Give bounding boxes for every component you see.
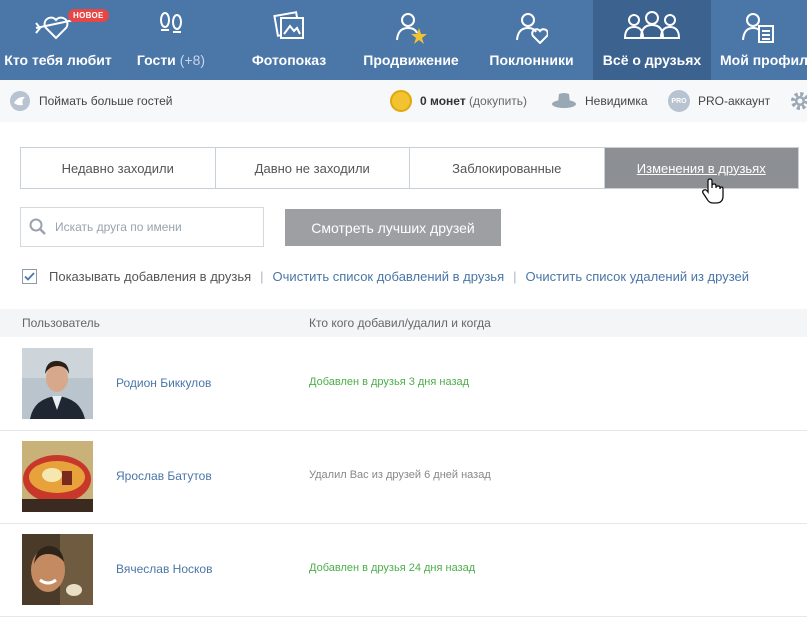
more-guests-link[interactable]: Поймать больше гостей	[9, 90, 172, 112]
column-header-changes: Кто кого добавил/удалил и когда	[309, 316, 491, 330]
friend-change-status: Добавлен в друзья 24 дня назад	[309, 562, 476, 574]
checkmark-icon	[24, 271, 35, 281]
separator: |	[260, 268, 264, 284]
top-nav: НОВОЕ Кто тебя любит Гости (+8) Фотопоказ…	[0, 0, 807, 80]
avatar-photo	[22, 441, 93, 512]
nav-item-photoshow[interactable]: Фотопоказ	[226, 0, 352, 80]
nav-item-promotion[interactable]: Продвижение	[352, 0, 470, 80]
pro-account-link[interactable]: PRO PRO-аккаунт	[668, 90, 770, 112]
nav-label-all-about-friends: Всё о друзьях	[602, 52, 702, 68]
nav-item-fans[interactable]: Поклонники	[470, 0, 593, 80]
user-name-link[interactable]: Ярослав Батутов	[116, 469, 212, 483]
invisible-label: Невидимка	[585, 94, 648, 108]
avatar[interactable]	[22, 348, 93, 419]
column-header-user: Пользователь	[22, 316, 100, 330]
more-guests-label: Поймать больше гостей	[39, 94, 173, 108]
nav-guests-text: Гости (+8)	[137, 52, 205, 68]
nav-label-promotion: Продвижение	[363, 52, 459, 68]
user-heart-icon	[516, 13, 548, 44]
pro-icon: PRO	[668, 90, 690, 112]
friend-search[interactable]	[20, 207, 264, 247]
sub-toolbar: Поймать больше гостей 0 монет (докупить)…	[0, 80, 807, 122]
avatar[interactable]	[22, 534, 93, 605]
footprints-icon	[160, 12, 182, 33]
show-additions-label: Показывать добавления в друзья	[49, 268, 252, 284]
best-friends-button[interactable]: Смотреть лучших друзей	[285, 209, 501, 246]
search-icon	[29, 218, 46, 235]
clear-additions-link[interactable]: Очистить список добавлений в друзья	[273, 269, 505, 284]
nav-item-who-loves-you[interactable]: НОВОЕ Кто тебя любит	[0, 0, 116, 80]
buy-coins-link[interactable]: (докупить)	[469, 94, 527, 108]
guests-count: (+8)	[179, 52, 206, 68]
user-star-icon	[396, 13, 427, 44]
nav-label-my-profile: Мой профиль	[720, 52, 807, 68]
table-row: Ярослав Батутов Удалил Вас из друзей 6 д…	[0, 431, 807, 524]
separator: |	[513, 268, 517, 284]
nav-label-fans: Поклонники	[489, 52, 574, 68]
nav-label-guests: Гости	[136, 52, 176, 68]
nav-label-photoshow: Фотопоказ	[251, 52, 327, 68]
friend-change-status: Добавлен в друзья 3 дня назад	[309, 376, 470, 388]
table-row: Вячеслав Носков Добавлен в друзья 24 дня…	[0, 524, 807, 617]
nav-item-my-profile[interactable]: Мой профиль	[711, 0, 807, 80]
table-row: Родион Биккулов Добавлен в друзья 3 дня …	[0, 338, 807, 431]
search-input[interactable]	[55, 220, 255, 234]
tab-blocked[interactable]: Заблокированные	[410, 148, 605, 188]
clear-removals-link[interactable]: Очистить список удалений из друзей	[526, 269, 750, 284]
friends-group-icon	[623, 11, 681, 39]
show-additions-checkbox[interactable]	[22, 268, 37, 284]
tab-long-not-visited[interactable]: Давно не заходили	[215, 148, 410, 188]
user-name-link[interactable]: Родион Биккулов	[116, 376, 211, 390]
avatar-photo	[22, 348, 93, 419]
tab-recently-visited[interactable]: Недавно заходили	[21, 148, 216, 188]
hand-cursor-icon	[702, 178, 724, 204]
friends-tabs: Недавно заходили Давно не заходили Забло…	[20, 147, 799, 189]
options-row: Показывать добавления в друзья | Очистит…	[20, 266, 749, 286]
nav-item-all-about-friends[interactable]: Всё о друзьях	[593, 0, 711, 80]
invisible-mode-link[interactable]: Невидимка	[551, 91, 648, 111]
avatar-photo	[22, 534, 93, 605]
coins-count: 0 монет	[420, 94, 466, 108]
settings-gear[interactable]	[789, 90, 807, 112]
coin-icon	[390, 90, 412, 112]
table-header: Пользователь Кто кого добавил/удалил и к…	[0, 309, 807, 337]
new-badge: НОВОЕ	[68, 9, 109, 22]
avatar[interactable]	[22, 441, 93, 512]
nav-label-who-loves-you: Кто тебя любит	[4, 52, 112, 68]
nav-item-guests[interactable]: Гости (+8)	[116, 0, 226, 80]
user-name-link[interactable]: Вячеслав Носков	[116, 562, 212, 576]
user-profile-icon	[742, 13, 774, 43]
bird-icon	[10, 91, 30, 111]
hat-icon	[552, 93, 576, 108]
coins-widget[interactable]: 0 монет (докупить)	[390, 90, 527, 112]
photos-icon	[273, 11, 304, 39]
pro-account-label: PRO-аккаунт	[698, 94, 771, 108]
friend-change-status: Удалил Вас из друзей 6 дней назад	[309, 469, 491, 481]
gear-icon	[791, 92, 807, 110]
